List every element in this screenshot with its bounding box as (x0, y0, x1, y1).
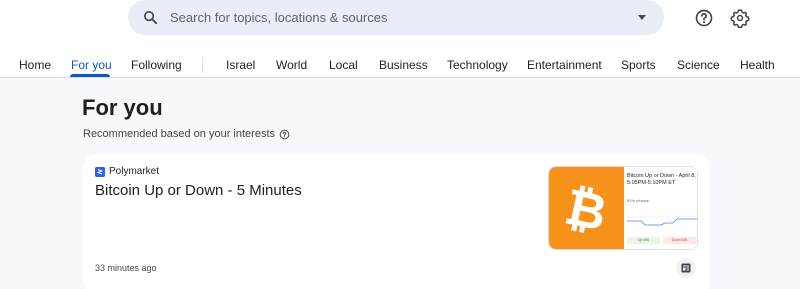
bitcoin-icon: ₿ (560, 177, 612, 242)
full-coverage-button[interactable] (676, 258, 696, 278)
tab-following[interactable]: Following (131, 58, 182, 72)
tab-divider (202, 57, 203, 73)
tab-for-you[interactable]: For you (71, 58, 112, 72)
market-preview-sparkline (627, 216, 697, 226)
market-preview-chance: 51% chance (627, 198, 650, 203)
market-preview-up-button: Up 49¢ (627, 237, 660, 244)
header-divider (0, 77, 800, 78)
svg-text:₿: ₿ (560, 177, 612, 242)
source-row: Polymarket (95, 166, 159, 177)
tab-business[interactable]: Business (379, 58, 428, 72)
market-preview-panel: Bitcoin Up or Down - April 8, 5:05PM-5:1… (624, 167, 697, 249)
story-thumbnail[interactable]: ₿ Bitcoin Up or Down - April 8, 5:05PM-5… (548, 166, 698, 250)
subtitle-text: Recommended based on your interests (83, 128, 275, 140)
story-timestamp: 33 minutes ago (95, 263, 157, 273)
gear-icon[interactable] (730, 8, 750, 28)
search-dropdown-icon[interactable] (638, 15, 646, 20)
tab-israel[interactable]: Israel (226, 58, 255, 72)
search-box[interactable]: Search for topics, locations & sources (128, 0, 664, 35)
page-title: For you (82, 95, 163, 120)
tab-science[interactable]: Science (677, 58, 720, 72)
bitcoin-logo-panel: ₿ (549, 167, 624, 249)
help-icon[interactable] (694, 8, 714, 28)
tab-health[interactable]: Health (740, 58, 775, 72)
page-subtitle: Recommended based on your interests (83, 128, 290, 140)
tab-sports[interactable]: Sports (621, 58, 656, 72)
search-input[interactable]: Search for topics, locations & sources (170, 10, 388, 25)
tab-entertainment[interactable]: Entertainment (527, 58, 602, 72)
search-icon[interactable] (142, 9, 159, 26)
story-headline[interactable]: Bitcoin Up or Down - 5 Minutes (95, 182, 302, 199)
tab-home[interactable]: Home (19, 58, 51, 72)
story-card[interactable]: Polymarket Bitcoin Up or Down - 5 Minute… (83, 154, 710, 289)
full-coverage-icon (681, 263, 691, 273)
help-circle-icon[interactable] (279, 129, 290, 140)
market-preview-down-button: Down 52¢ (663, 237, 696, 244)
tab-technology[interactable]: Technology (447, 58, 508, 72)
tab-world[interactable]: World (276, 58, 307, 72)
source-name[interactable]: Polymarket (109, 166, 159, 177)
polymarket-logo-icon (95, 166, 105, 177)
tab-local[interactable]: Local (329, 58, 358, 72)
market-preview-title: Bitcoin Up or Down - April 8, 5:05PM-5:1… (627, 173, 696, 186)
